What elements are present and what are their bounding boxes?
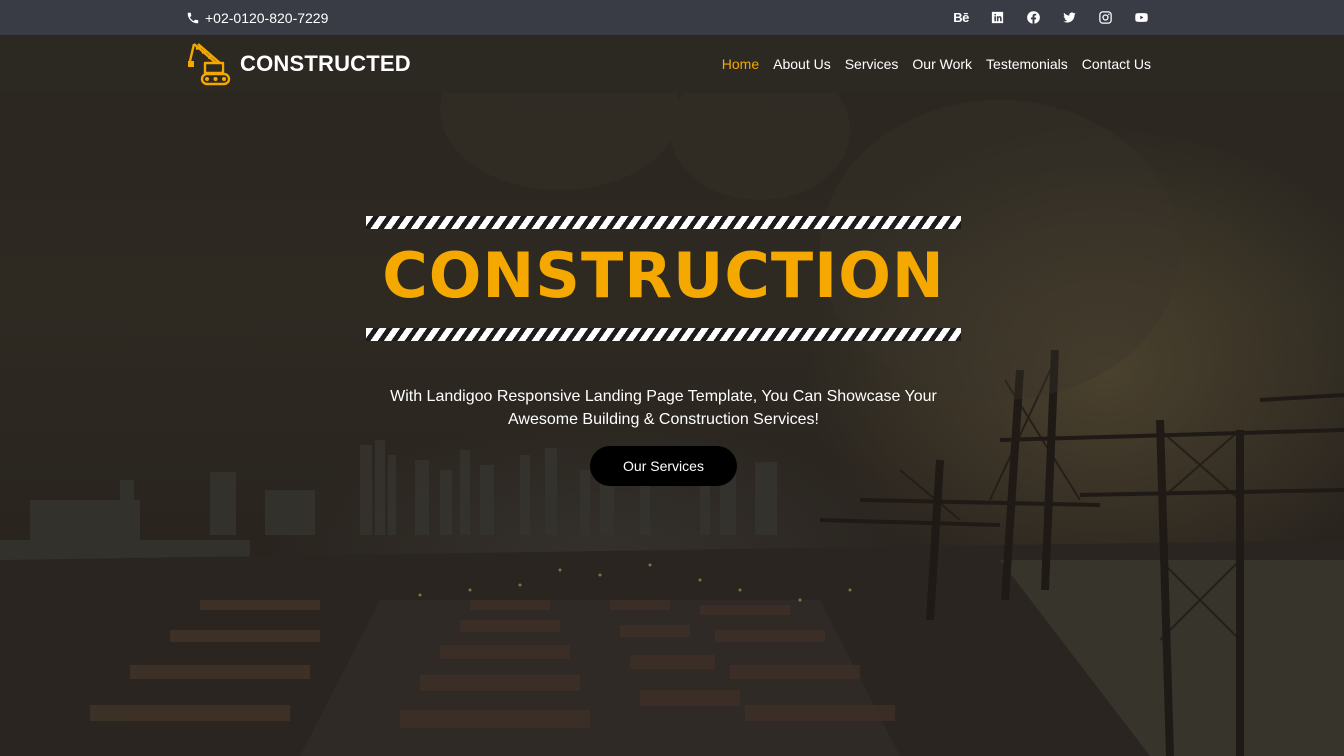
- hero-subtitle: With Landigoo Responsive Landing Page Te…: [372, 385, 955, 431]
- crane-icon: [188, 43, 231, 86]
- brand-name: CONSTRUCTED: [240, 51, 411, 76]
- phone-number: +02-0120-820-7229: [205, 9, 329, 26]
- instagram-icon[interactable]: [1097, 10, 1113, 26]
- nav-item-about-us[interactable]: About Us: [773, 56, 831, 72]
- nav-item-home[interactable]: Home: [722, 56, 759, 72]
- hero-headline: CONSTRUCTION: [382, 239, 945, 312]
- nav-item-services[interactable]: Services: [845, 56, 899, 72]
- behance-label: Bē: [953, 10, 969, 25]
- main-navbar: CONSTRUCTED Home About Us Services Our W…: [0, 35, 1344, 93]
- youtube-icon[interactable]: [1133, 10, 1149, 26]
- nav-item-testimonials[interactable]: Testemonials: [986, 56, 1068, 72]
- phone-contact[interactable]: +02-0120-820-7229: [186, 0, 328, 35]
- site-logo[interactable]: CONSTRUCTED: [186, 41, 411, 87]
- twitter-icon[interactable]: [1061, 10, 1077, 26]
- nav-item-contact-us[interactable]: Contact Us: [1082, 56, 1151, 72]
- nav-menu: Home About Us Services Our Work Testemon…: [722, 35, 1151, 93]
- hero-section: CONSTRUCTION With Landigoo Responsive La…: [0, 0, 1344, 756]
- hazard-stripe-top: [366, 216, 961, 229]
- hero-subtitle-line-2: Awesome Building & Construction Services…: [508, 411, 819, 428]
- top-bar: +02-0120-820-7229 Bē: [0, 0, 1344, 35]
- linkedin-icon[interactable]: [989, 10, 1005, 26]
- behance-icon[interactable]: Bē: [953, 10, 969, 26]
- phone-icon: [187, 12, 199, 23]
- facebook-icon[interactable]: [1025, 10, 1041, 26]
- hazard-stripe-bottom: [366, 328, 961, 341]
- our-services-button[interactable]: Our Services: [590, 446, 737, 486]
- social-links: Bē: [953, 0, 1149, 35]
- nav-item-our-work[interactable]: Our Work: [912, 56, 972, 72]
- hero-subtitle-line-1: With Landigoo Responsive Landing Page Te…: [390, 388, 937, 405]
